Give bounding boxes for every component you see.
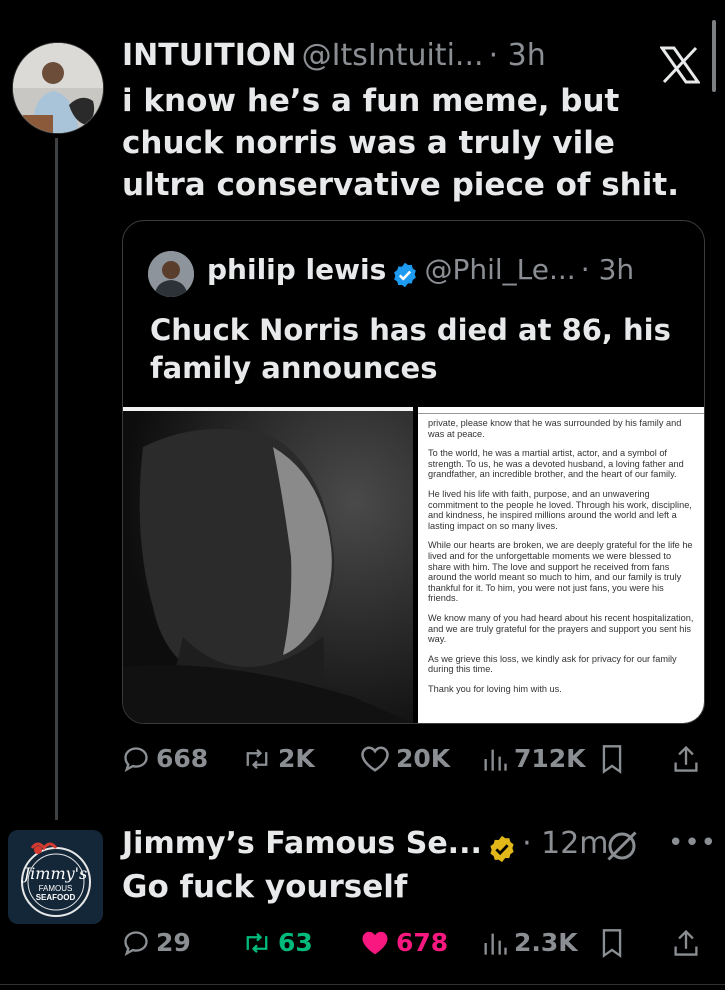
logo-script-text: Jimmy's: [23, 864, 88, 883]
like-button[interactable]: 20K: [360, 744, 450, 773]
scrollbar[interactable]: [712, 20, 716, 92]
tweet2-timestamp[interactable]: · 12m: [522, 826, 608, 861]
logo-seafood-text: SEAFOOD: [35, 893, 76, 902]
tweet1-author-handle[interactable]: @ItsIntuiti...: [302, 38, 484, 73]
intuition-avatar[interactable]: [12, 42, 104, 134]
verified-badge-icon: [394, 262, 417, 287]
heart-icon: [361, 745, 389, 772]
statement-paragraph: private, please know that he was surroun…: [428, 418, 682, 439]
thread-line: [55, 138, 58, 820]
views-count: 712K: [514, 744, 586, 773]
tweet2-header: Jimmy’s Famous Se... · 12m: [122, 826, 609, 864]
share-button[interactable]: [672, 744, 700, 774]
views-icon: [484, 749, 507, 771]
repost-button[interactable]: 63: [242, 928, 313, 957]
share-button[interactable]: [672, 928, 700, 958]
quote-author-name[interactable]: philip lewis: [207, 253, 386, 286]
grok-icon[interactable]: [604, 828, 640, 864]
heart-filled-icon: [362, 931, 388, 954]
like-count: 20K: [396, 744, 451, 773]
reply-count: 29: [156, 928, 191, 957]
repost-button[interactable]: 2K: [242, 744, 315, 773]
statement-paragraph: We know many of you had heard about his …: [428, 612, 694, 645]
views-button[interactable]: 2.3K: [482, 928, 578, 957]
tweet2-author-name[interactable]: Jimmy’s Famous Se...: [122, 826, 482, 861]
tweet2-text: Go fuck yourself: [122, 869, 408, 905]
more-options-icon[interactable]: •••: [668, 828, 717, 858]
quote-header: philip lewis @Phil_Le... · 3h: [207, 253, 634, 289]
jimmys-famous-seafood-avatar[interactable]: Jimmy's FAMOUS SEAFOOD: [8, 830, 103, 924]
quote-timestamp[interactable]: · 3h: [581, 253, 634, 286]
statement-paragraph: He lived his life with faith, purpose, a…: [428, 488, 692, 531]
share-icon: [674, 745, 698, 772]
statement-top-edge: [418, 407, 704, 414]
repost-count: 2K: [278, 744, 315, 773]
repost-icon: [246, 932, 268, 953]
like-count: 678: [396, 928, 449, 957]
chuck-norris-photo[interactable]: [123, 407, 413, 723]
bookmark-icon: [602, 929, 622, 958]
views-button[interactable]: 712K: [482, 744, 586, 773]
x-logo-icon[interactable]: [660, 46, 700, 84]
statement-paragraph: To the world, he was a martial artist, a…: [428, 448, 684, 480]
share-icon: [674, 929, 698, 956]
logo-famous-text: FAMOUS: [38, 884, 73, 893]
like-button[interactable]: 678: [360, 928, 448, 957]
reply-button[interactable]: 29: [122, 928, 191, 957]
tweet1-header: INTUITION @ItsIntuiti... · 3h: [122, 38, 546, 73]
reply-icon: [124, 746, 148, 772]
bookmark-button[interactable]: [600, 744, 624, 774]
family-statement-image[interactable]: private, please know that he was surroun…: [418, 407, 704, 723]
quote-text: Chuck Norris has died at 86, his family …: [150, 313, 671, 385]
quote-tweet-card[interactable]: philip lewis @Phil_Le... · 3h Chuck Norr…: [122, 220, 705, 724]
views-icon: [484, 933, 507, 955]
verified-gold-badge-icon: [490, 835, 514, 862]
bottom-divider: [0, 984, 725, 985]
quote-author-handle[interactable]: @Phil_Le...: [424, 253, 575, 286]
tweet1-timestamp[interactable]: · 3h: [489, 38, 546, 73]
reply-icon: [124, 930, 148, 956]
statement-paragraph: Thank you for loving him with us.: [428, 683, 562, 694]
bookmark-icon: [602, 745, 622, 774]
tweet1-text: i know he’s a fun meme, but chuck norris…: [122, 83, 679, 203]
bookmark-button[interactable]: [600, 928, 624, 958]
philip-lewis-avatar[interactable]: [148, 251, 194, 297]
tweet1-author-name[interactable]: INTUITION: [122, 38, 297, 73]
reply-button[interactable]: 668: [122, 744, 208, 773]
statement-paragraph: As we grieve this loss, we kindly ask fo…: [428, 653, 677, 675]
reply-count: 668: [156, 744, 209, 773]
statement-paragraph: While our hearts are broken, we are deep…: [428, 540, 693, 604]
repost-icon: [246, 748, 268, 769]
repost-count: 63: [278, 928, 313, 957]
views-count: 2.3K: [514, 928, 578, 957]
